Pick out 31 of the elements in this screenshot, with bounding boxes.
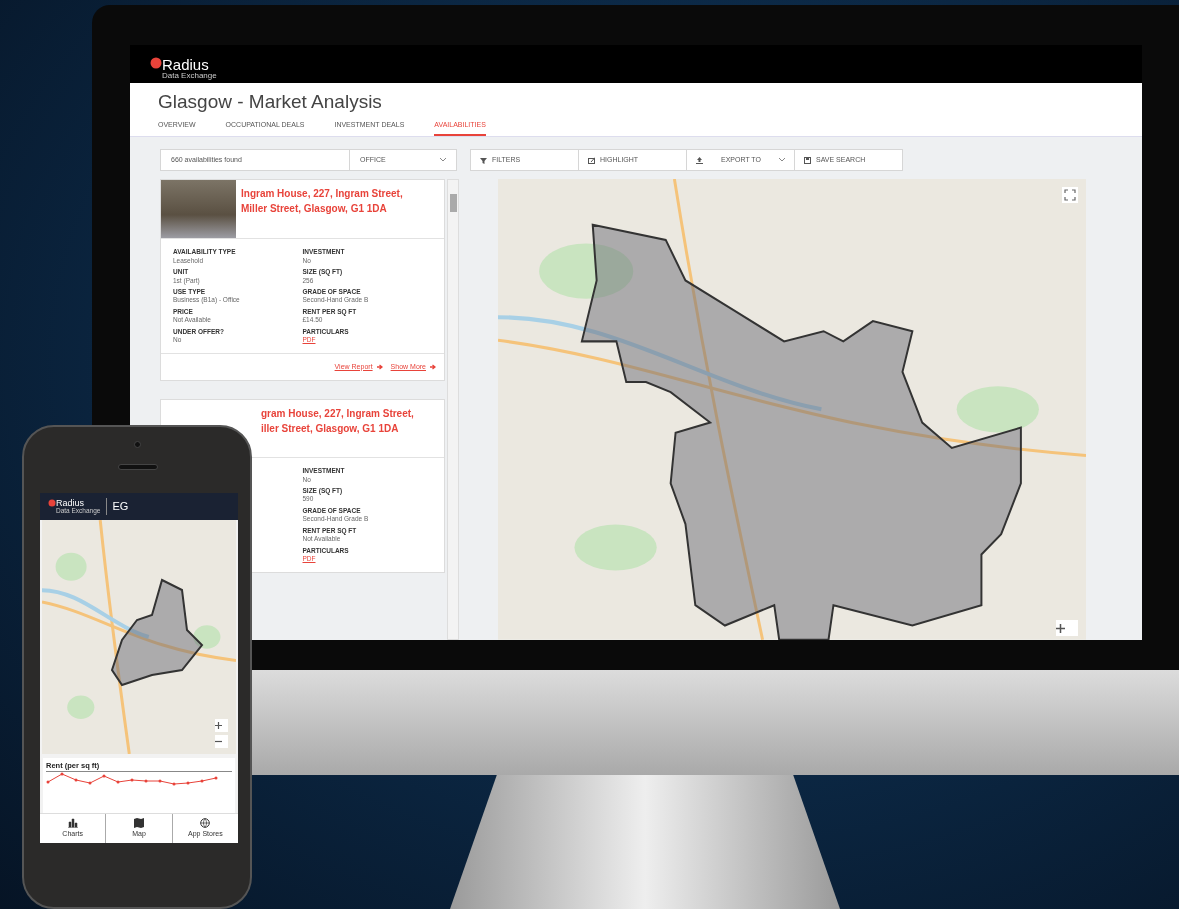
page-title: Glasgow - Market Analysis: [158, 91, 383, 114]
plus-icon: [1056, 623, 1065, 633]
folded-map-icon: [134, 817, 144, 828]
fullscreen-button[interactable]: [1062, 187, 1078, 204]
fullscreen-icon: [1064, 189, 1076, 202]
logo-mark-icon: [150, 57, 162, 69]
partner-logo: EG: [106, 498, 129, 515]
listing-title[interactable]: gram House, 227, Ingram Street, iller Street, Glasgow, G1 1DA: [261, 400, 414, 458]
logo-subtitle: Data Exchange: [162, 72, 217, 80]
zoom-out-button[interactable]: [215, 735, 228, 748]
chevron-down-icon: [440, 158, 446, 163]
upload-arrow-icon: [696, 156, 703, 164]
logo-wordmark: Radius: [56, 498, 85, 508]
pencil-square-icon: [588, 156, 595, 164]
scrollbar-track[interactable]: [447, 179, 459, 640]
scrollbar-thumb[interactable]: [450, 194, 457, 213]
plus-icon: [215, 722, 222, 729]
camera-icon: [134, 441, 141, 448]
logo-mark-icon: [48, 498, 56, 507]
speaker-grille: [118, 464, 158, 470]
minus-icon: [215, 738, 222, 745]
logo-wordmark: Radius: [162, 57, 210, 72]
bar-chart-icon: [67, 817, 78, 828]
arrow-right-icon: [430, 363, 436, 370]
funnel-icon: [480, 156, 487, 164]
arrow-right-icon: [376, 363, 383, 370]
globe-icon: [200, 817, 211, 828]
zoom-in-button[interactable]: [215, 719, 228, 732]
zoom-in-button[interactable]: [1056, 620, 1078, 636]
listing-title[interactable]: Ingram House, 227, Ingram Street, Miller Street, Glasgow, G1 1DA: [241, 180, 403, 239]
chevron-down-icon: [779, 158, 785, 163]
